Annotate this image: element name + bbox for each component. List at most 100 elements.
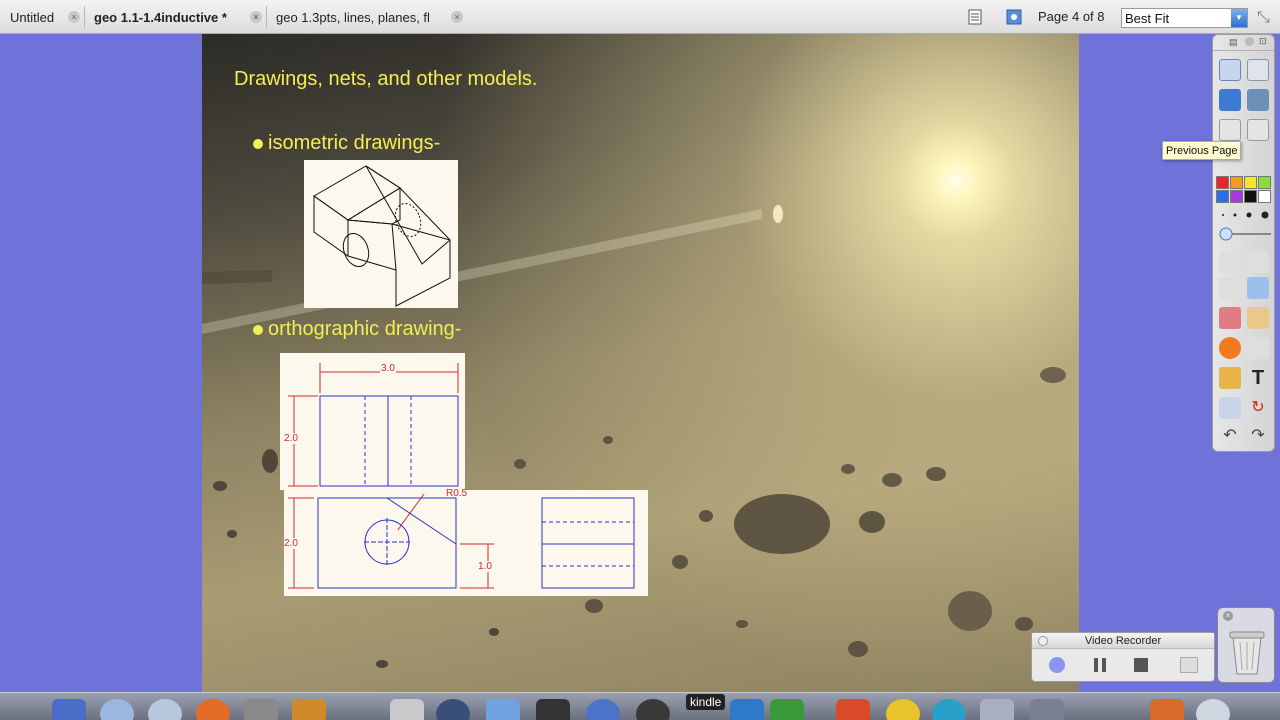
pause-button[interactable] bbox=[1092, 657, 1108, 673]
color-swatch-purple[interactable] bbox=[1230, 190, 1243, 203]
line-icon[interactable] bbox=[1247, 337, 1269, 359]
tab-label: Untitled bbox=[10, 9, 55, 25]
select-icon[interactable] bbox=[1219, 251, 1241, 273]
pen-icon[interactable] bbox=[1219, 277, 1241, 299]
minimize-icon[interactable]: ▤ bbox=[1229, 37, 1238, 48]
app-icon[interactable] bbox=[836, 699, 870, 720]
stop-button[interactable] bbox=[1134, 658, 1148, 672]
color-swatch-yellow[interactable] bbox=[1244, 176, 1257, 189]
dimension-radius: R0.5 bbox=[446, 488, 468, 499]
gallery-icon[interactable] bbox=[1247, 59, 1269, 81]
rotate-icon[interactable] bbox=[1219, 397, 1241, 419]
video-recorder-title: Video Recorder bbox=[1032, 633, 1214, 649]
color-swatch-orange[interactable] bbox=[1230, 176, 1243, 189]
bullet-label: isometric drawings- bbox=[268, 132, 441, 154]
app-icon[interactable] bbox=[636, 699, 670, 720]
orthographic-top-view: 3.0 2.0 bbox=[280, 353, 465, 490]
tab-bar: Untitled × geo 1.1-1.4inductive * × geo … bbox=[0, 0, 1280, 34]
eraser-icon[interactable] bbox=[1219, 307, 1241, 329]
color-swatch-white[interactable] bbox=[1258, 190, 1271, 203]
top-view-figure bbox=[288, 363, 459, 487]
screen-capture-icon[interactable] bbox=[1219, 367, 1241, 389]
video-recorder-title-text: Video Recorder bbox=[1084, 635, 1162, 647]
slide-title: Drawings, nets, and other models. bbox=[234, 68, 538, 90]
bullet-dot bbox=[253, 324, 263, 335]
page-view-icon[interactable] bbox=[967, 9, 983, 25]
next-page-icon[interactable] bbox=[1247, 119, 1269, 141]
app-icon[interactable] bbox=[486, 699, 520, 720]
network-icon[interactable] bbox=[1006, 9, 1022, 25]
tab-untitled[interactable]: Untitled × bbox=[0, 0, 84, 34]
bullet-orthographic: orthographic drawing- bbox=[253, 318, 461, 341]
opacity-slider[interactable] bbox=[1217, 227, 1273, 241]
app-icon[interactable] bbox=[436, 699, 470, 720]
redo-icon[interactable]: ↷ bbox=[1247, 425, 1269, 447]
bullet-isometric: isometric drawings- bbox=[253, 132, 440, 155]
color-swatch-green[interactable] bbox=[1258, 176, 1271, 189]
tool-palette: ▤ ⊡ T ↻ ↶ ↷ bbox=[1212, 34, 1275, 452]
safari-icon[interactable] bbox=[148, 699, 182, 720]
magic-icon[interactable] bbox=[1247, 89, 1269, 111]
stroke-width-options[interactable] bbox=[1219, 209, 1271, 221]
bullet-label: orthographic drawing- bbox=[268, 318, 462, 340]
app-icon[interactable] bbox=[1150, 699, 1184, 720]
kindle-icon[interactable]: kindle bbox=[686, 694, 726, 710]
close-icon[interactable]: × bbox=[250, 11, 262, 23]
app-icon[interactable] bbox=[1196, 699, 1230, 720]
expand-icon[interactable]: ⊡ bbox=[1259, 36, 1267, 47]
bullet-dot bbox=[253, 138, 263, 149]
close-icon[interactable] bbox=[1245, 37, 1254, 46]
app-icon[interactable] bbox=[980, 699, 1014, 720]
app-icon[interactable] bbox=[390, 699, 424, 720]
app-icon[interactable] bbox=[932, 699, 966, 720]
tab-label: geo 1.1-1.4inductive * bbox=[94, 9, 227, 25]
trash-icon bbox=[1229, 631, 1265, 675]
dock: kindle bbox=[0, 692, 1280, 720]
tab-label: geo 1.3pts, lines, planes, fl bbox=[276, 9, 430, 25]
app-icon[interactable] bbox=[586, 699, 620, 720]
tab-geo-inductive[interactable]: geo 1.1-1.4inductive * × bbox=[84, 0, 266, 34]
word-icon[interactable] bbox=[730, 699, 764, 720]
close-icon[interactable] bbox=[1038, 636, 1048, 646]
zoom-select[interactable]: Best Fit ▼ bbox=[1121, 8, 1248, 28]
app-store-icon[interactable] bbox=[100, 699, 134, 720]
close-icon[interactable]: × bbox=[451, 11, 463, 23]
color-swatch-red[interactable] bbox=[1216, 176, 1229, 189]
signature-icon[interactable] bbox=[1219, 89, 1241, 111]
trash-widget[interactable]: × bbox=[1217, 607, 1275, 683]
app-icon[interactable] bbox=[244, 699, 278, 720]
dimension-width: 3.0 bbox=[380, 363, 396, 374]
record-button[interactable] bbox=[1049, 657, 1065, 673]
shapes-icon[interactable] bbox=[1219, 337, 1241, 359]
close-icon[interactable]: × bbox=[1223, 611, 1233, 621]
fill-icon[interactable] bbox=[1247, 307, 1269, 329]
color-swatch-black[interactable] bbox=[1244, 190, 1257, 203]
highlighter-icon[interactable] bbox=[1247, 277, 1269, 299]
isometric-figure bbox=[313, 165, 451, 307]
finder-icon[interactable] bbox=[52, 699, 86, 720]
app-icon[interactable] bbox=[886, 699, 920, 720]
front-side-figure bbox=[288, 493, 635, 589]
tab-geo-points[interactable]: geo 1.3pts, lines, planes, fl × bbox=[266, 0, 471, 34]
previous-page-icon[interactable] bbox=[1219, 119, 1241, 141]
undo-icon[interactable]: ↶ bbox=[1219, 425, 1241, 447]
page-indicator: Page 4 of 8 bbox=[1038, 9, 1105, 24]
color-swatch-blue[interactable] bbox=[1216, 190, 1229, 203]
orthographic-front-side-view: 2.0 R0.5 1.0 bbox=[284, 488, 648, 596]
chevron-down-icon: ▼ bbox=[1231, 9, 1247, 27]
app-icon[interactable] bbox=[536, 699, 570, 720]
play-button[interactable] bbox=[1180, 657, 1198, 673]
app-icon[interactable] bbox=[1030, 699, 1064, 720]
firefox-icon[interactable] bbox=[196, 699, 230, 720]
page-sorter-icon[interactable] bbox=[1219, 59, 1241, 81]
slide-canvas[interactable]: Drawings, nets, and other models. isomet… bbox=[202, 34, 1079, 692]
text-icon[interactable]: T bbox=[1247, 367, 1269, 389]
refresh-icon[interactable]: ↻ bbox=[1247, 397, 1269, 419]
app-icon[interactable] bbox=[292, 699, 326, 720]
resize-icon[interactable] bbox=[1247, 251, 1269, 273]
close-icon[interactable]: × bbox=[68, 11, 80, 23]
fullscreen-icon[interactable]: ⤡ bbox=[1257, 9, 1270, 27]
dimension-height-top: 2.0 bbox=[284, 433, 298, 444]
excel-icon[interactable] bbox=[770, 699, 804, 720]
zoom-select-value: Best Fit bbox=[1125, 11, 1170, 26]
